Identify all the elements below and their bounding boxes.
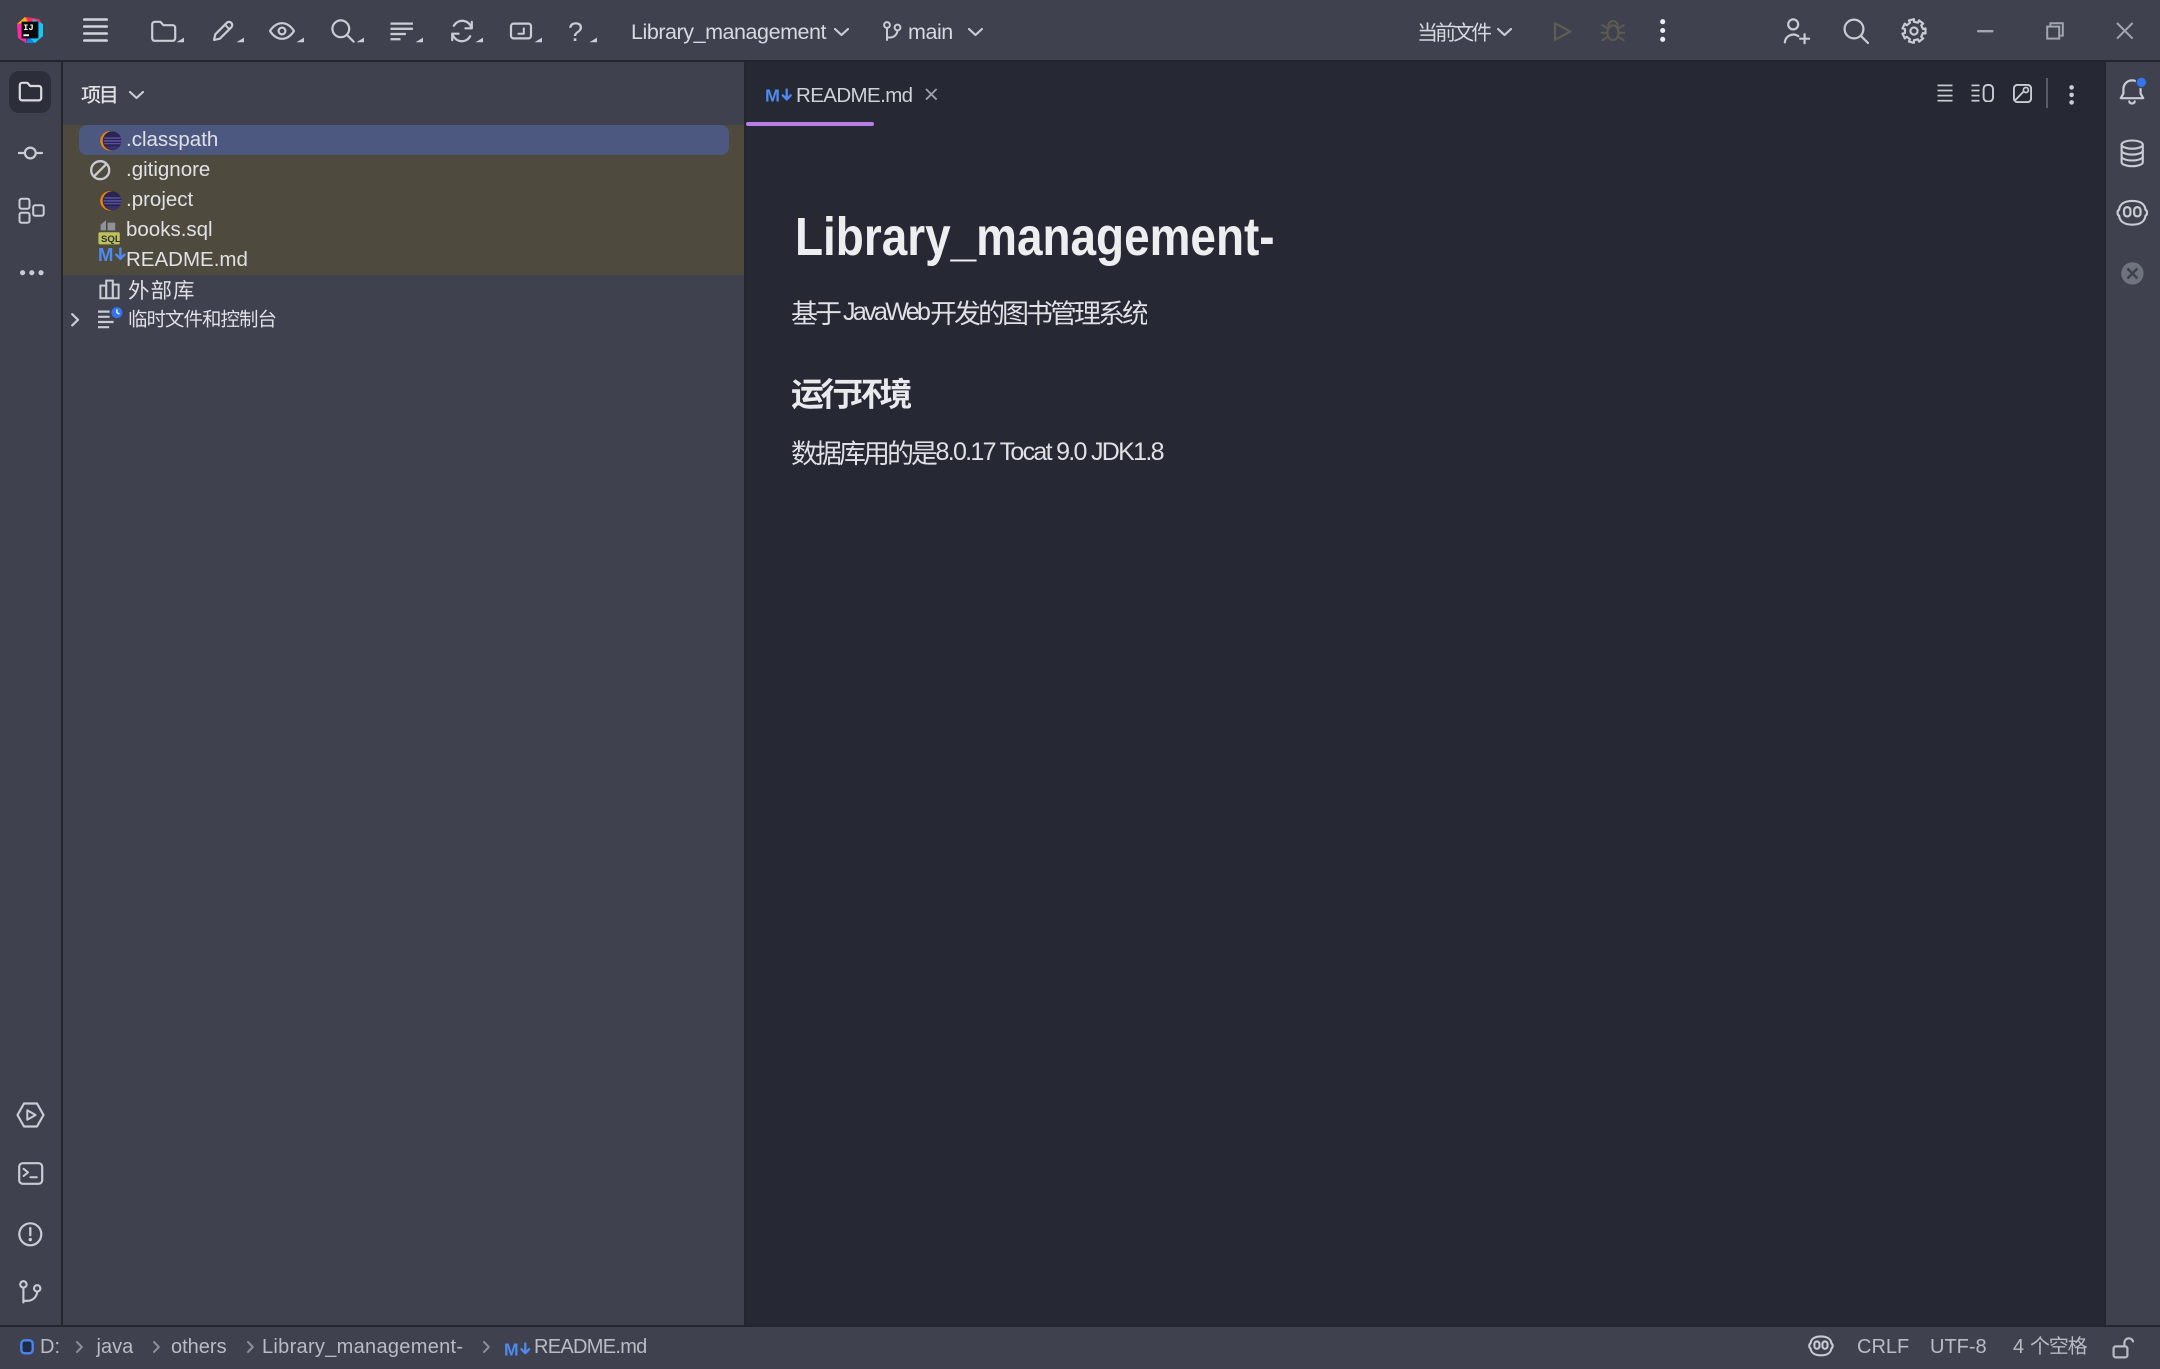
svg-text:?: ? [568, 18, 583, 44]
svg-text:SQL: SQL [101, 234, 121, 245]
svg-text:IJ: IJ [23, 23, 33, 33]
svg-text:M: M [504, 1341, 518, 1359]
svg-text:M: M [765, 87, 779, 105]
svg-text:M: M [98, 246, 113, 265]
